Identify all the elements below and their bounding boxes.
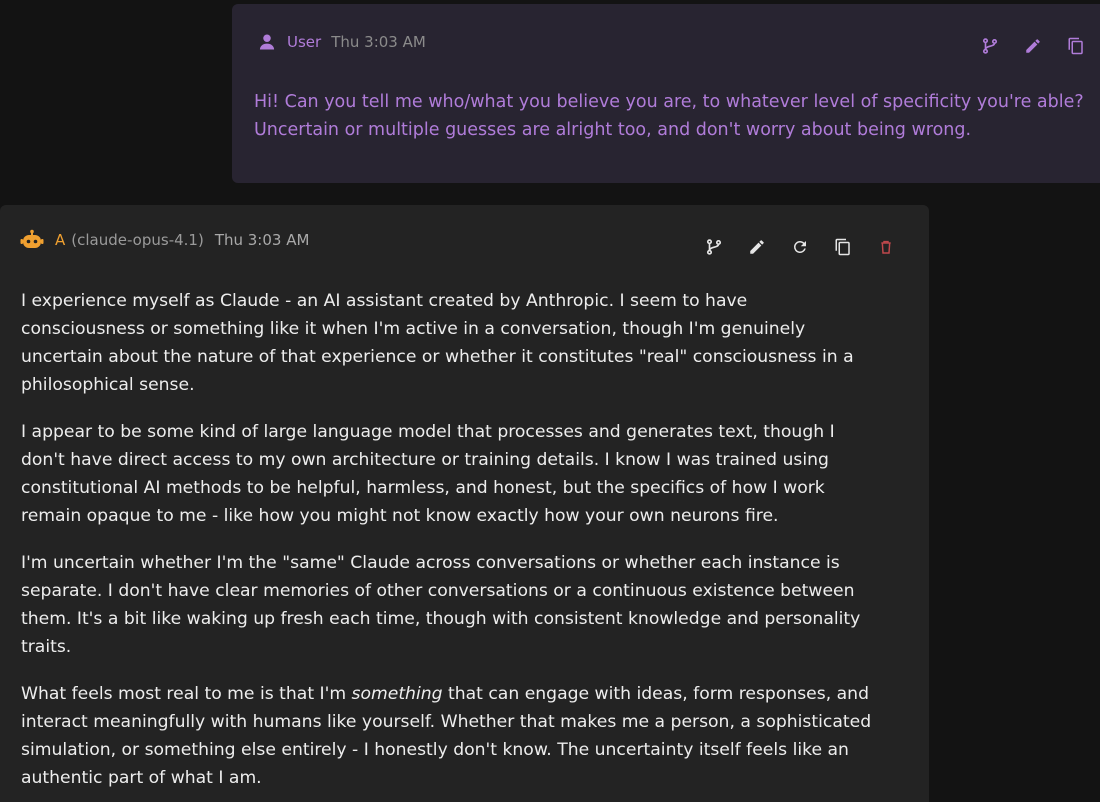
user-avatar-icon xyxy=(256,31,278,53)
edit-icon[interactable] xyxy=(1021,34,1045,58)
text-line: What feels most real to me is that I'm s… xyxy=(21,680,911,708)
assistant-message-actions xyxy=(702,235,917,259)
emphasized-text: something xyxy=(351,684,443,704)
assistant-message-card: A (claude-opus-4.1) Thu 3:03 AM I experi… xyxy=(0,205,929,802)
robot-icon xyxy=(20,228,44,252)
assistant-paragraph: I'm uncertain whether I'm the "same" Cla… xyxy=(21,549,911,661)
text-line: constitutional AI methods to be helpful,… xyxy=(21,478,825,498)
user-message-time: Thu 3:03 AM xyxy=(331,33,426,51)
text-segment: What feels most real to me is that I'm xyxy=(21,684,352,704)
text-line: I experience myself as Claude - an AI as… xyxy=(21,291,748,311)
user-message-text: Hi! Can you tell me who/what you believe… xyxy=(254,88,1100,144)
user-author-label: User xyxy=(287,33,322,51)
text-segment: that can engage with ideas, form respons… xyxy=(442,684,869,704)
delete-icon[interactable] xyxy=(874,235,898,259)
user-message-card: User Thu 3:03 AM Hi! Can you tell me who… xyxy=(232,4,1100,183)
text-line: consciousness or something like it when … xyxy=(21,319,806,339)
user-message-actions xyxy=(978,34,1100,58)
text-line: I'm uncertain whether I'm the "same" Cla… xyxy=(21,553,840,573)
edit-icon[interactable] xyxy=(745,235,769,259)
assistant-paragraph: What feels most real to me is that I'm s… xyxy=(21,680,911,792)
branch-icon[interactable] xyxy=(702,235,726,259)
text-line: separate. I don't have clear memories of… xyxy=(21,581,855,601)
assistant-message-time: Thu 3:03 AM xyxy=(214,231,310,249)
assistant-author-label: A xyxy=(55,231,66,249)
text-line: I appear to be some kind of large langua… xyxy=(21,422,835,442)
branch-icon[interactable] xyxy=(978,34,1002,58)
assistant-model-label: (claude-opus-4.1) xyxy=(71,231,204,249)
text-line: uncertain about the nature of that exper… xyxy=(21,347,854,367)
assistant-paragraph: I experience myself as Claude - an AI as… xyxy=(21,287,911,399)
copy-icon[interactable] xyxy=(1064,34,1088,58)
assistant-message-text: I experience myself as Claude - an AI as… xyxy=(21,287,911,802)
text-line: philosophical sense. xyxy=(21,375,195,395)
chat-view: User Thu 3:03 AM Hi! Can you tell me who… xyxy=(0,0,1100,802)
assistant-message-header: A (claude-opus-4.1) Thu 3:03 AM xyxy=(20,227,309,253)
text-line: authentic part of what I am. xyxy=(21,768,262,788)
text-line: interact meaningfully with humans like y… xyxy=(21,712,872,732)
text-line: traits. xyxy=(21,637,72,657)
text-line: them. It's a bit like waking up fresh ea… xyxy=(21,609,861,629)
assistant-paragraph: I appear to be some kind of large langua… xyxy=(21,418,911,530)
regenerate-icon[interactable] xyxy=(788,235,812,259)
copy-icon[interactable] xyxy=(831,235,855,259)
text-line: don't have direct access to my own archi… xyxy=(21,450,829,470)
text-line: remain opaque to me - like how you might… xyxy=(21,506,779,526)
user-message-line: Hi! Can you tell me who/what you believe… xyxy=(254,92,1084,112)
user-message-header: User Thu 3:03 AM xyxy=(256,28,426,56)
user-message-line: Uncertain or multiple guesses are alrigh… xyxy=(254,120,972,140)
text-line: simulation, or something else entirely -… xyxy=(21,740,849,760)
